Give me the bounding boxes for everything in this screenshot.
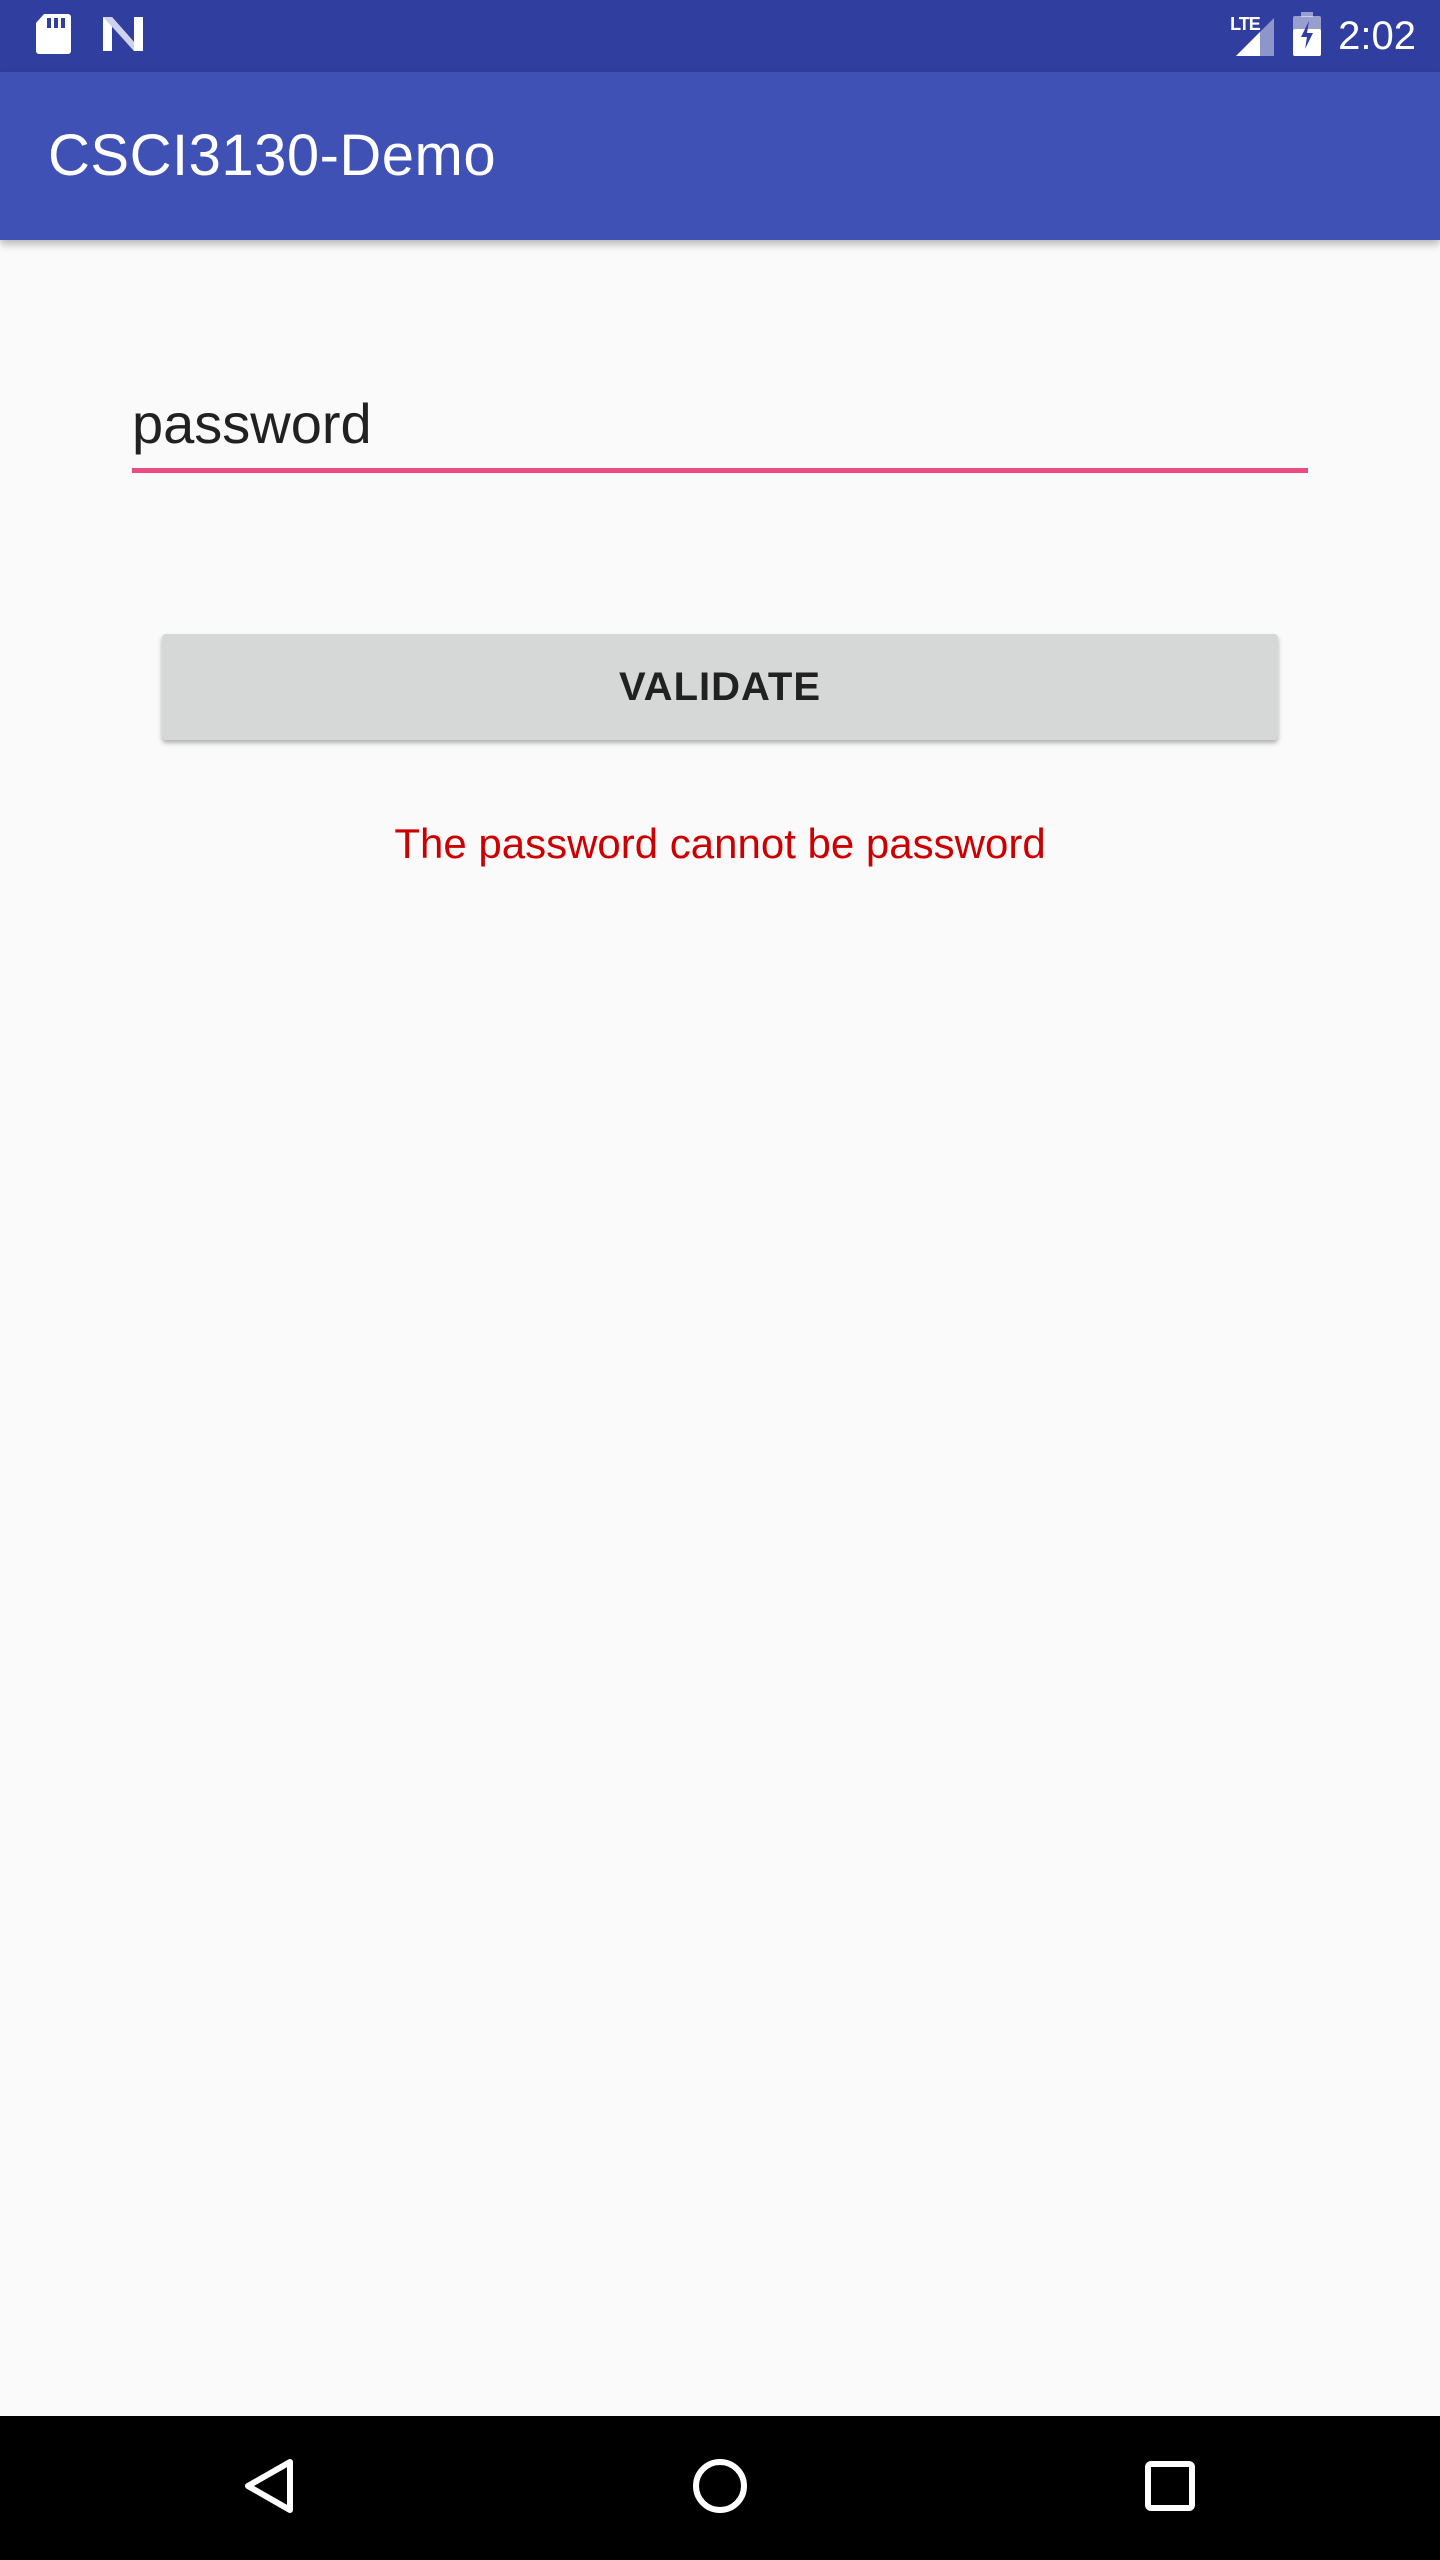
recents-icon [1140, 2456, 1200, 2520]
back-icon [240, 2456, 300, 2520]
status-left-icons [34, 14, 146, 58]
sd-card-icon [34, 12, 72, 60]
status-bar: LTE 2:02 [0, 0, 1440, 72]
home-button[interactable] [648, 2416, 792, 2560]
error-message: The password cannot be password [394, 820, 1046, 867]
status-right-icons: LTE 2:02 [1230, 0, 1416, 72]
back-button[interactable] [198, 2416, 342, 2560]
password-input[interactable] [132, 380, 1308, 466]
status-time: 2:02 [1338, 14, 1416, 58]
signal-icon: LTE [1230, 14, 1276, 58]
recents-button[interactable] [1098, 2416, 1242, 2560]
battery-charging-icon [1292, 11, 1322, 61]
navigation-bar [0, 2416, 1440, 2560]
password-field[interactable] [132, 380, 1308, 476]
home-icon [690, 2456, 750, 2520]
screen: LTE 2:02 CSCI3130-Demo password VALIDATE… [0, 0, 1440, 2560]
n-notification-icon [100, 14, 146, 58]
validate-button[interactable]: VALIDATE [162, 634, 1278, 740]
app-bar: CSCI3130-Demo [0, 72, 1440, 240]
app-title: CSCI3130-Demo [48, 123, 497, 188]
password-field-underline [132, 468, 1308, 473]
